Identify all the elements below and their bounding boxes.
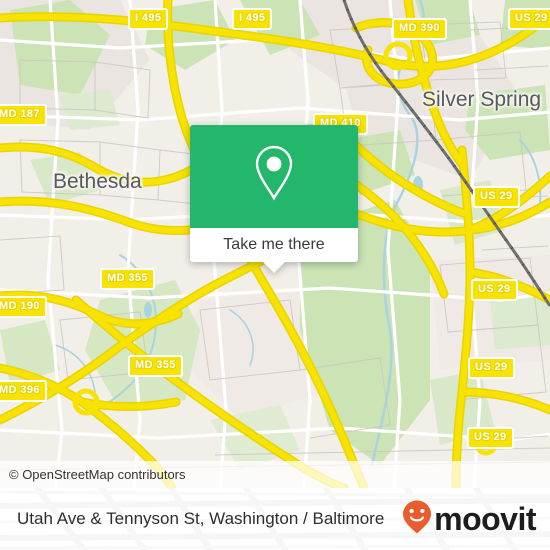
take-me-there-label: Take me there: [223, 236, 325, 253]
route-shield: US 29: [467, 427, 514, 449]
popup-card-header: [190, 125, 358, 228]
route-shield: MD 187: [0, 104, 47, 126]
route-shield: US 29: [508, 8, 550, 30]
route-shield: I 495: [128, 8, 169, 30]
route-shield: MD 355: [128, 355, 183, 377]
route-shield: MD 396: [0, 380, 47, 402]
map-city-label-silver-spring: Silver Spring: [422, 88, 542, 111]
moovit-logo[interactable]: moovit: [401, 499, 536, 540]
popup-card-pointer: [263, 262, 285, 273]
map-pin-icon: [250, 144, 298, 209]
take-me-there-button[interactable]: Take me there: [190, 228, 358, 262]
route-shield: MD 355: [100, 268, 155, 290]
route-shield: MD 190: [0, 296, 47, 318]
route-shield: US 29: [468, 357, 515, 379]
route-shield: US 29: [471, 279, 518, 301]
route-shield: I 495: [232, 8, 273, 30]
route-shield: US 29: [473, 186, 520, 208]
station-name-label: Utah Ave & Tennyson St, Washington / Bal…: [17, 509, 385, 528]
station-popup-card[interactable]: Take me there: [190, 125, 358, 273]
moovit-wordmark: moovit: [434, 501, 536, 537]
bottom-info-bar: Utah Ave & Tennyson St, Washington / Bal…: [0, 488, 550, 550]
map-attribution[interactable]: © OpenStreetMap contributors: [0, 461, 550, 488]
moovit-station-map-screen: Bethesda Silver Spring I 495 I 495 MD 39…: [0, 0, 550, 550]
moovit-smiley-pin-icon: [401, 499, 433, 540]
route-shield: MD 390: [392, 18, 447, 40]
map-city-label-bethesda: Bethesda: [53, 170, 142, 193]
